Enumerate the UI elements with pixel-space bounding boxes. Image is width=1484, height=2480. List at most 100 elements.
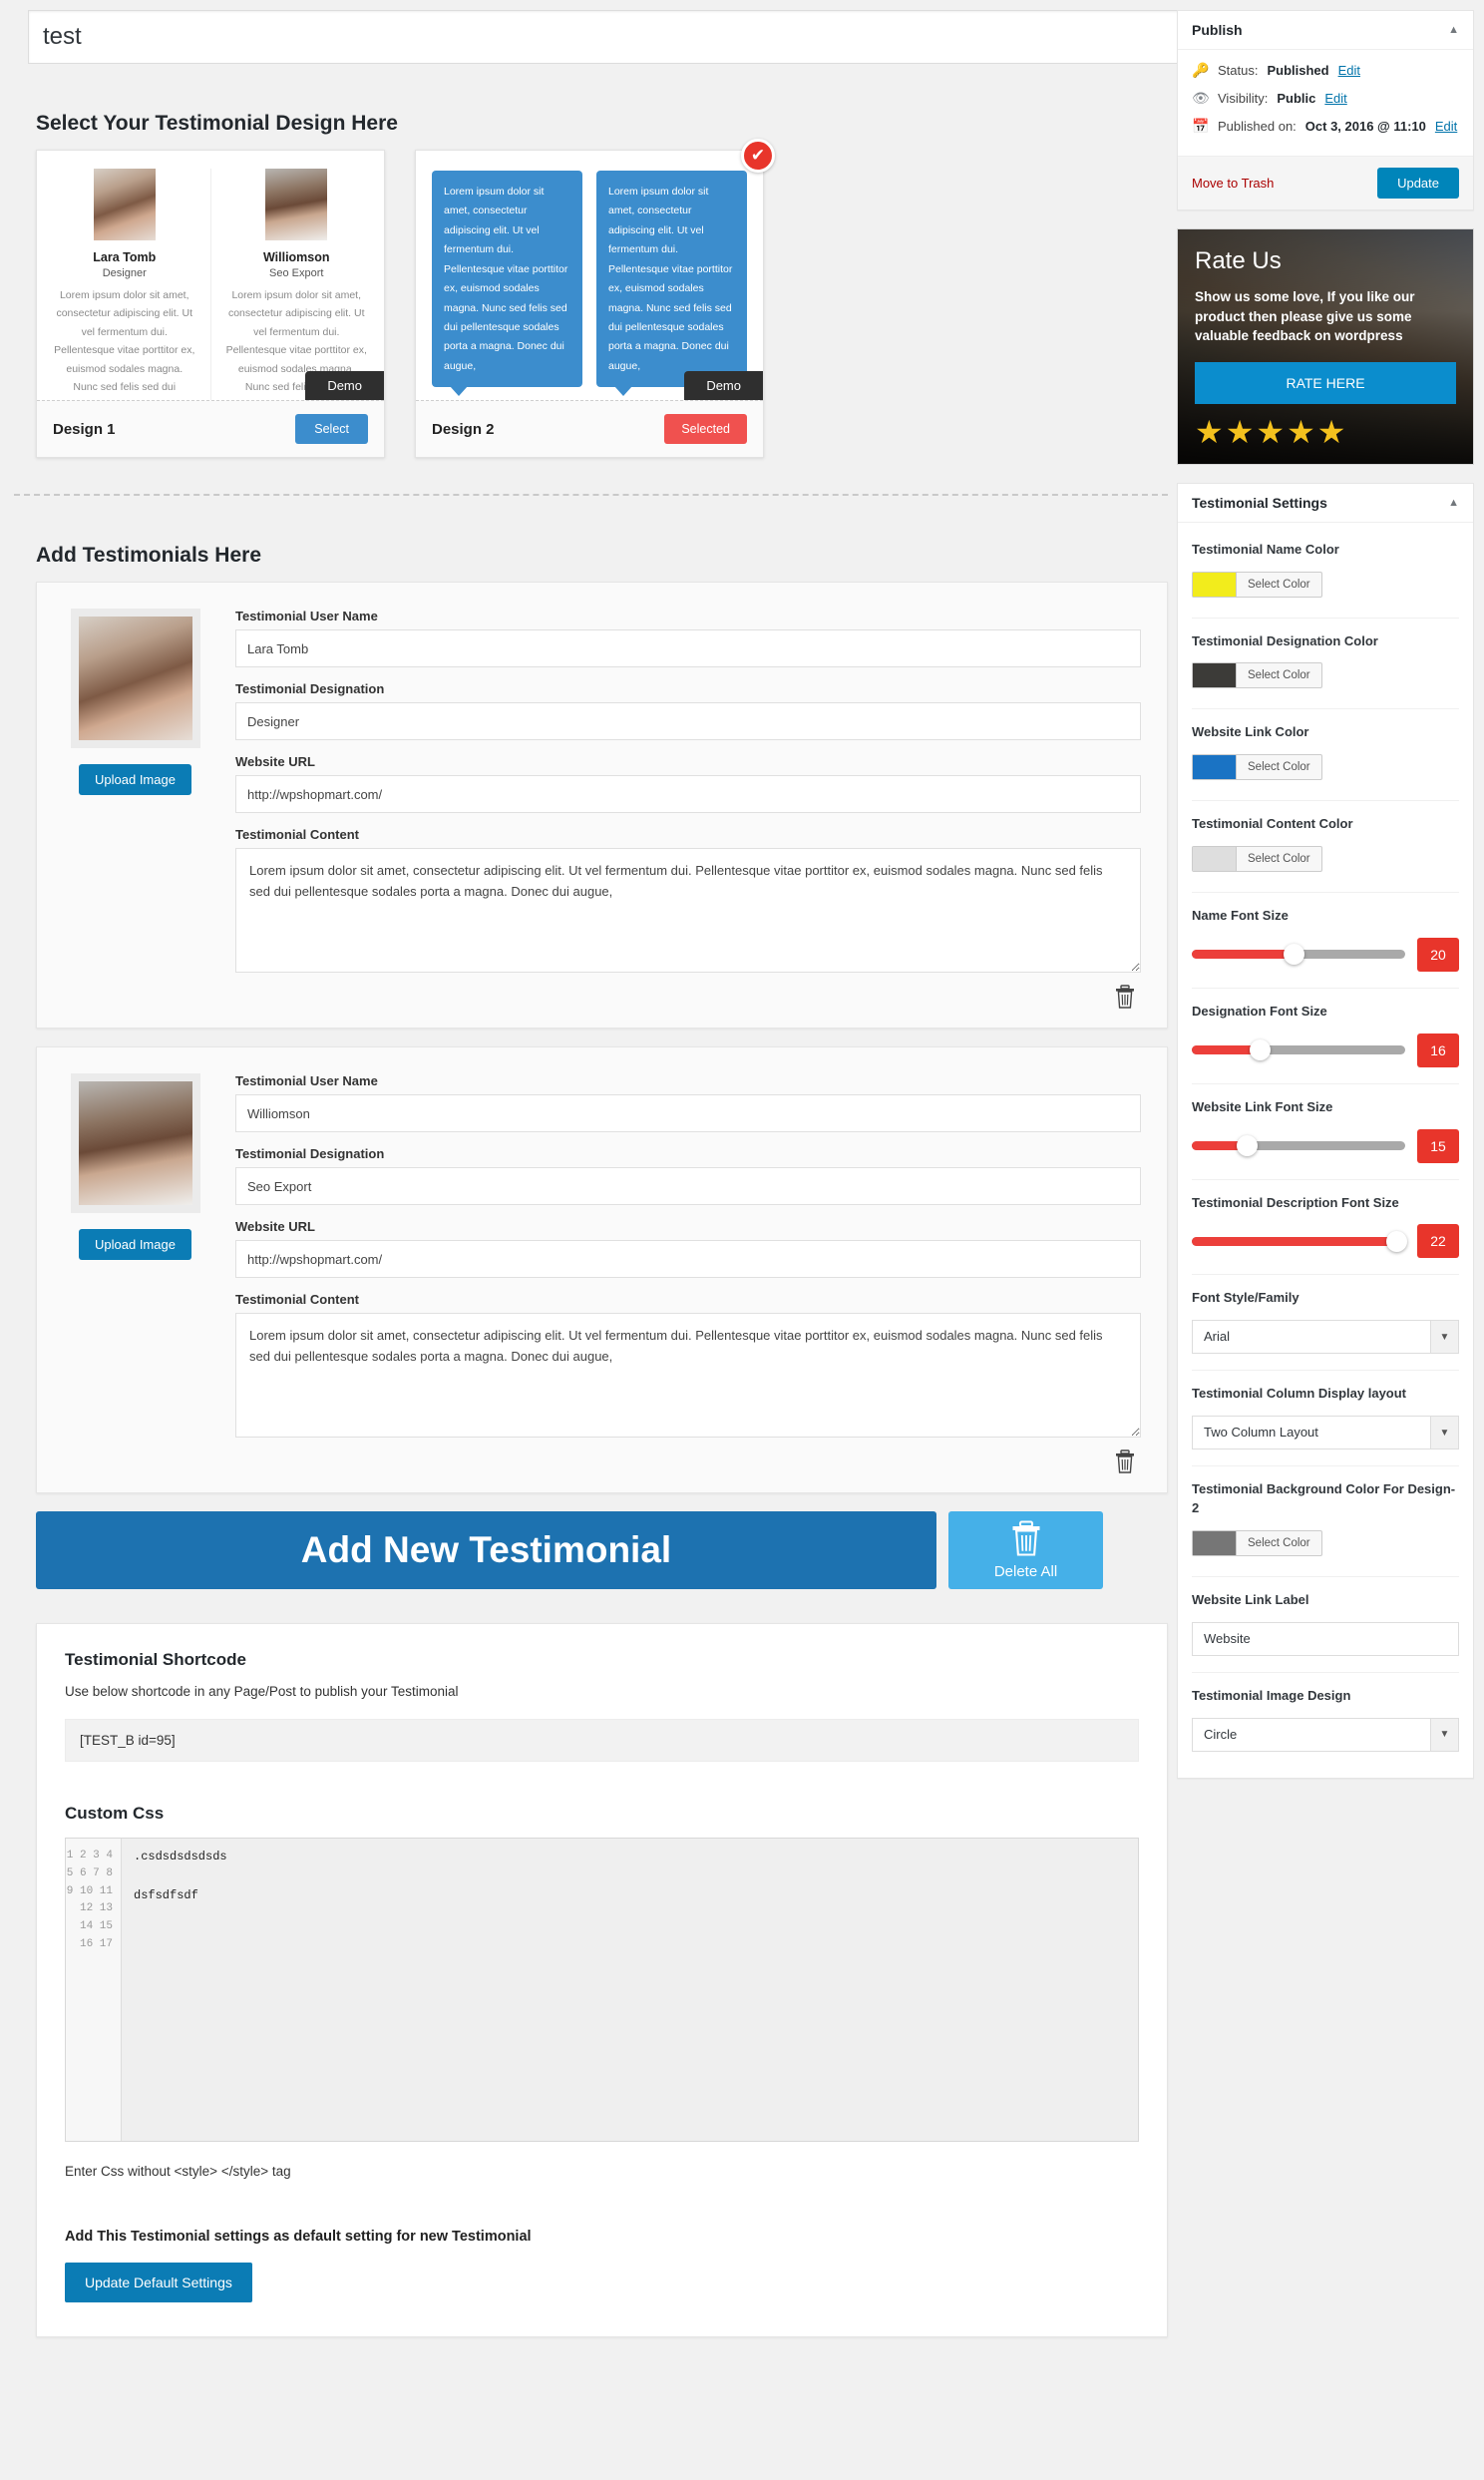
designation-input[interactable] [235,702,1141,740]
color-swatch [1193,572,1237,597]
testimonial-fields: Testimonial User Name Testimonial Design… [235,1073,1141,1478]
color-picker[interactable]: Select Color [1192,846,1322,873]
slider-handle[interactable] [1385,1230,1407,1252]
delete-all-button[interactable]: Delete All [948,1511,1103,1589]
chevron-down-icon: ▼ [1430,1718,1458,1751]
testimonial-item: Upload Image Testimonial User Name Testi… [36,582,1168,1029]
avatar [265,169,328,240]
slider-track[interactable] [1192,1135,1405,1157]
testimonial-bubble: Lorem ipsum dolor sit amet, consectetur … [432,171,582,397]
designation-input[interactable] [235,1167,1141,1205]
select-color-label: Select Color [1248,578,1310,591]
edit-visibility-link[interactable]: Edit [1324,91,1346,106]
person-text: Lorem ipsum dolor sit amet, consectetur … [54,289,195,400]
website-url-input[interactable] [235,1240,1141,1278]
setting-label: Testimonial Description Font Size [1192,1194,1399,1210]
select-color-label: Select Color [1248,761,1310,774]
image-design-select[interactable]: Circle ▼ [1192,1717,1459,1752]
content-textarea[interactable]: Lorem ipsum dolor sit amet, consectetur … [235,848,1141,973]
chevron-up-icon[interactable]: ▲ [1448,497,1459,509]
setting-label: Name Font Size [1192,908,1289,924]
design-1-label: Design 1 [53,420,116,438]
divider [209,169,211,400]
avatar [93,169,156,240]
add-new-testimonial-button[interactable]: Add New Testimonial [36,1511,936,1589]
update-button[interactable]: Update [1377,168,1459,199]
published-label: Published on: [1218,119,1297,134]
color-swatch [1193,847,1237,872]
design-2-person-2: Lorem ipsum dolor sit amet, consectetur … [596,171,747,400]
slider-handle[interactable] [1237,1135,1259,1157]
edit-status-link[interactable]: Edit [1338,63,1360,78]
setting-label: Testimonial Image Design [1192,1687,1351,1703]
rate-us-title: Rate Us [1195,247,1282,274]
selected-design-2-button[interactable]: Selected [664,414,747,444]
edit-published-link[interactable]: Edit [1435,119,1457,134]
testimonial-image-column: Upload Image [63,1073,207,1478]
user-name-label: Testimonial User Name [235,609,378,623]
slider-track[interactable] [1192,1039,1405,1061]
publish-footer: Move to Trash Update [1178,156,1473,209]
selected-value: Circle [1204,1726,1238,1742]
content-label: Testimonial Content [235,1292,359,1307]
setting-testimonial-image-design: Testimonial Image Design Circle ▼ [1192,1673,1459,1768]
setting-label: Testimonial Designation Color [1192,632,1378,648]
setting-website-link-font-size: Website Link Font Size 15 [1192,1084,1459,1180]
select-color-label: Select Color [1248,669,1310,682]
slider-track[interactable] [1192,944,1405,966]
trash-icon[interactable] [1115,1449,1135,1478]
design-1-footer: Design 1 Select [37,400,384,457]
upload-image-button[interactable]: Upload Image [79,764,191,795]
color-picker[interactable]: Select Color [1192,571,1322,598]
designation-label: Testimonial Designation [235,681,385,696]
chevron-up-icon[interactable]: ▲ [1448,24,1459,36]
slider-value: 20 [1417,937,1459,972]
slider-value: 16 [1417,1033,1459,1067]
main-column: Select Your Testimonial Design Here Lara… [0,0,1182,2337]
shortcode-panel: Testimonial Shortcode Use below shortcod… [36,1623,1168,2337]
font-family-select[interactable]: Arial ▼ [1192,1320,1459,1355]
update-default-settings-button[interactable]: Update Default Settings [65,2263,252,2302]
star-rating-icons[interactable]: ★★★★★ [1195,416,1456,448]
visibility-label: Visibility: [1218,91,1269,106]
delete-row [235,1438,1141,1478]
user-name-input[interactable] [235,629,1141,667]
select-design-1-button[interactable]: Select [295,414,368,444]
slider-handle[interactable] [1284,944,1305,966]
select-color-label: Select Color [1248,853,1310,866]
color-picker[interactable]: Select Color [1192,662,1322,689]
slider-handle[interactable] [1249,1039,1271,1061]
color-picker[interactable]: Select Color [1192,1529,1322,1556]
color-picker[interactable]: Select Color [1192,754,1322,781]
content-textarea[interactable]: Lorem ipsum dolor sit amet, consectetur … [235,1313,1141,1438]
upload-image-button[interactable]: Upload Image [79,1229,191,1260]
design-card-2[interactable]: ✔ Lorem ipsum dolor sit amet, consectetu… [415,139,775,458]
design-card-1[interactable]: Lara Tomb Designer Lorem ipsum dolor sit… [36,150,385,458]
trash-icon[interactable] [1115,985,1135,1014]
website-url-input[interactable] [235,775,1141,813]
shortcode-title: Testimonial Shortcode [65,1650,246,1669]
website-link-label-input[interactable] [1192,1621,1459,1656]
rate-here-button[interactable]: RATE HERE [1195,361,1456,404]
settings-title: Testimonial Settings [1192,494,1327,511]
custom-css-editor[interactable]: 1 2 3 4 5 6 7 8 9 10 11 12 13 14 15 16 1… [65,1838,1139,2142]
move-to-trash-link[interactable]: Move to Trash [1192,176,1274,191]
setting-font-style-family: Font Style/Family Arial ▼ [1192,1275,1459,1372]
setting-testimonial-content-color: Testimonial Content Color Select Color [1192,801,1459,894]
demo-button-2[interactable]: Demo [684,371,763,400]
shortcode-value[interactable]: [TEST_B id=95] [65,1719,1139,1762]
css-code-area[interactable]: .csdsdsdsdsds dsfsdfsdf [122,1839,1138,2141]
published-row: 📅 Published on: Oct 3, 2016 @ 11:10 Edit [1192,118,1459,135]
testimonial-image-column: Upload Image [63,609,207,1014]
css-hint: Enter Css without <style> </style> tag [65,2164,291,2179]
default-settings-label: Add This Testimonial settings as default… [65,2229,532,2245]
demo-button-1[interactable]: Demo [305,371,384,400]
column-layout-select[interactable]: Two Column Layout ▼ [1192,1416,1459,1450]
person-designation: Designer [102,267,147,279]
post-title-input[interactable] [28,10,1182,64]
person-designation: Seo Export [269,267,324,279]
slider-track[interactable] [1192,1230,1407,1252]
custom-css-title: Custom Css [65,1804,165,1823]
user-name-input[interactable] [235,1094,1141,1132]
setting-name-font-size: Name Font Size 20 [1192,893,1459,989]
